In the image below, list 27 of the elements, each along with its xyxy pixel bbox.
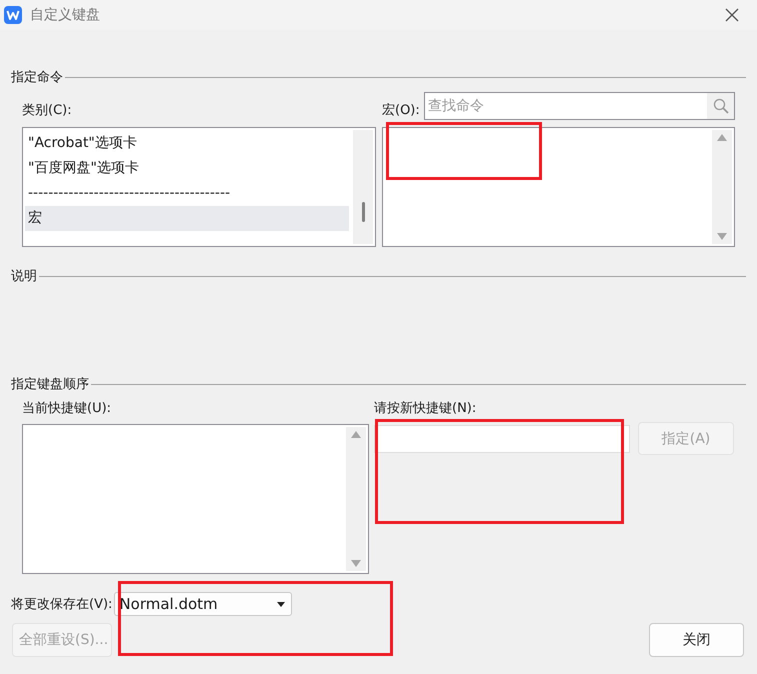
list-item[interactable]: ---------------------------------------- bbox=[25, 181, 349, 206]
shortcut-list[interactable] bbox=[22, 424, 369, 574]
list-item[interactable]: "Acrobat"选项卡 bbox=[25, 131, 349, 156]
scroll-up-icon[interactable] bbox=[717, 134, 727, 141]
window-title: 自定义键盘 bbox=[30, 6, 101, 24]
list-item[interactable]: 宏 bbox=[25, 206, 349, 231]
scrollbar-thumb[interactable] bbox=[362, 202, 364, 222]
scroll-down-icon[interactable] bbox=[351, 560, 361, 567]
shortcut-input-field[interactable] bbox=[374, 424, 630, 452]
category-list[interactable]: "Acrobat"选项卡 "百度网盘"选项卡 ---------------------------------------- 宏 bbox=[22, 127, 376, 247]
section-heading: 指定命令 bbox=[11, 69, 63, 86]
field-label: 请按新快捷键(N): bbox=[374, 401, 476, 417]
field-label: 当前快捷键(U): bbox=[22, 401, 112, 417]
app-logo-icon bbox=[4, 6, 22, 24]
scroll-up-icon[interactable] bbox=[351, 431, 361, 438]
section-heading: 指定键盘顺序 bbox=[11, 376, 89, 393]
close-button[interactable]: 关闭 bbox=[649, 623, 744, 657]
field-label: 将更改保存在(V): bbox=[11, 596, 112, 613]
field-label: 宏(O): bbox=[382, 102, 420, 119]
field-label: 类别(C): bbox=[22, 102, 72, 119]
scroll-down-icon[interactable] bbox=[717, 233, 727, 240]
caret-icon bbox=[277, 602, 286, 606]
macro-list[interactable] bbox=[382, 127, 735, 247]
template-dropdown[interactable]: Normal.dotm bbox=[114, 592, 292, 616]
list-item[interactable]: "百度网盘"选项卡 bbox=[25, 156, 349, 181]
section-heading: 说明 bbox=[11, 268, 37, 285]
close-icon[interactable] bbox=[725, 8, 739, 22]
